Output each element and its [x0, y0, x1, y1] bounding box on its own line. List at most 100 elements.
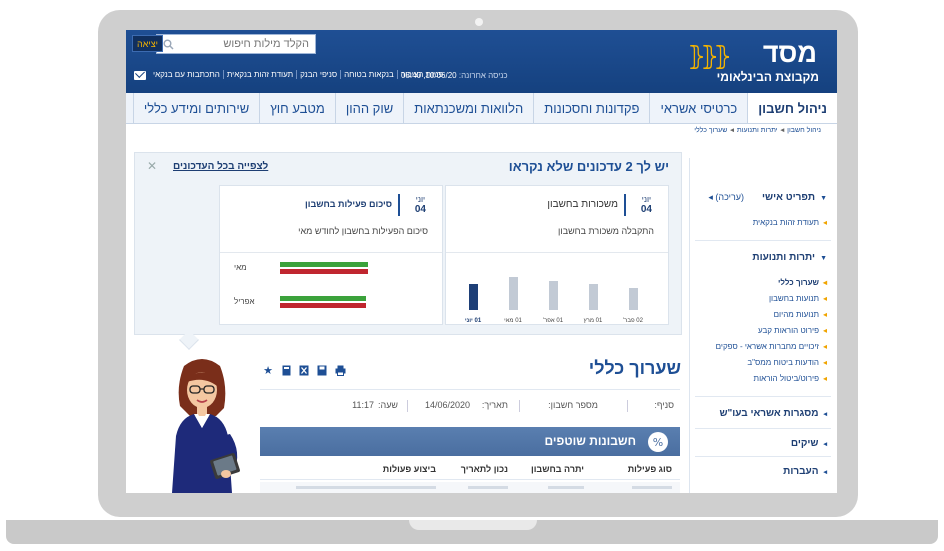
top-links: פניות הציבור בנקאות בטוחה סניפי הבנק תעו…	[150, 70, 446, 79]
laptop-camera	[475, 18, 483, 26]
sidebar-item-label: שערוך כללי	[777, 278, 819, 287]
laptop-mockup: ⦃⦃⦃ מסד מקבוצת הבינלאומי יציאה כניסה אחר…	[0, 0, 944, 551]
sidebar-item-banking-id[interactable]: ◂תעודת זהות בנקאית	[753, 218, 827, 227]
exit-button[interactable]: יציאה	[132, 35, 163, 52]
sidebar-section-credit[interactable]: ◂ מסגרות אשראי בעו"ש	[719, 408, 827, 419]
sidebar-section-balances[interactable]: ▼ יתרות ותנועות	[752, 252, 827, 263]
salary-bar	[629, 288, 638, 310]
sidebar-item-account-transactions[interactable]: ◂תנועות בחשבון	[769, 294, 827, 303]
activity-bar-expense	[280, 303, 366, 308]
bullet-icon: ◂	[822, 342, 827, 351]
sidebar-item-label: פירוט הוראות קבע	[757, 326, 819, 335]
sidebar-section-label: יתרות ותנועות	[752, 252, 816, 263]
breadcrumb-item[interactable]: ניהול חשבון	[787, 127, 821, 134]
update-card-salary[interactable]: יוני 04 משכורות בחשבון התקבלה משכורת בחש…	[445, 185, 669, 325]
edit-label: (עריכה)	[715, 192, 745, 202]
last-login-label: כניסה אחרונה:	[458, 71, 508, 80]
column-header: ביצוע פעולות	[382, 464, 436, 474]
save-icon[interactable]	[316, 364, 328, 376]
bullet-icon: ◂	[822, 374, 827, 383]
page-toolbar: ★	[262, 364, 346, 377]
sidebar-item-today-transactions[interactable]: ◂תנועות מהיום	[774, 310, 827, 319]
star-icon[interactable]: ★	[262, 364, 274, 377]
card-month: יוני	[641, 195, 652, 204]
current-accounts-header[interactable]: % חשבונות שוטפים	[260, 427, 680, 456]
tab-foreign-currency[interactable]: מטבע חוץ	[259, 93, 335, 123]
tab-loans-mortgages[interactable]: הלוואות ומשכנתאות	[403, 93, 533, 123]
bank-app-screen: ⦃⦃⦃ מסד מקבוצת הבינלאומי יציאה כניסה אחר…	[126, 30, 837, 493]
card-separator	[398, 194, 400, 216]
sidebar-item-insurance-notices[interactable]: ◂הודעות ביטוח ממס"ב	[747, 358, 827, 367]
update-card-activity[interactable]: יוני 04 סיכום פעילות בחשבון סיכום הפעילו…	[219, 185, 443, 325]
link-banker-correspondence[interactable]: התכתבות עם בנקאי	[150, 70, 223, 79]
sidebar-item-label: זיכויים מחברות אשראי - ספקים	[715, 342, 819, 351]
sidebar-section-personal[interactable]: ▼ תפריט אישי (עריכה) ◂	[708, 192, 827, 203]
column-header: יתרה בחשבון	[531, 464, 584, 474]
salary-bar	[549, 281, 558, 310]
tab-account-management[interactable]: ניהול חשבון	[747, 93, 837, 123]
link-banking-id[interactable]: תעודת זהות בנקאית	[222, 70, 296, 79]
sidebar-item-label: תעודת זהות בנקאית	[752, 218, 819, 227]
tab-credit-cards[interactable]: כרטיסי אשראי	[649, 93, 747, 123]
breadcrumb-sep-icon: ◂	[730, 127, 734, 134]
chevron-left-icon: ◂	[823, 411, 827, 418]
activity-bar-income	[280, 296, 366, 301]
salary-bar	[589, 284, 598, 310]
card-month: יוני	[415, 195, 426, 204]
title-divider	[260, 389, 680, 390]
chevron-down-icon: ▼	[820, 195, 827, 202]
card-text: סיכום הפעילות בחשבון לחודש מאי	[298, 226, 428, 236]
search-input[interactable]	[179, 38, 315, 50]
sidebar: ▼תפריט אישי(עריכה) ◂ ◂תעודת זהות בנקאית …	[689, 158, 837, 493]
edit-link[interactable]: (עריכה) ◂	[708, 192, 744, 202]
close-icon[interactable]: ✕	[147, 159, 157, 173]
print-icon[interactable]	[334, 364, 346, 376]
view-all-updates-link[interactable]: לצפייה בכל העדכונים	[173, 161, 268, 172]
mail-icon[interactable]	[134, 71, 146, 80]
sidebar-item-general-valuation[interactable]: ◂שערוך כללי	[778, 278, 827, 287]
tab-services-info[interactable]: שירותים ומידע כללי	[132, 93, 259, 123]
bank-logo[interactable]: ⦃⦃⦃ מסד מקבוצת הבינלאומי	[687, 36, 827, 88]
tab-deposits-savings[interactable]: פקדונות וחסכונות	[533, 93, 649, 123]
time-value: 11:17	[352, 400, 374, 410]
sidebar-item-credit-company-credits[interactable]: ◂זיכויים מחברות אשראי - ספקים	[716, 342, 827, 351]
calculator-icon[interactable]	[280, 364, 292, 376]
top-bar: ⦃⦃⦃ מסד מקבוצת הבינלאומי יציאה כניסה אחר…	[126, 30, 837, 93]
breadcrumb-sep-icon: ◂	[780, 127, 785, 134]
sidebar-section-label: מסגרות אשראי בעו"ש	[719, 408, 819, 419]
sidebar-item-label: הודעות ביטוח ממס"ב	[747, 358, 819, 367]
bullet-icon: ◂	[822, 310, 827, 319]
salary-bar-label: 02 פבר'	[623, 318, 643, 324]
cell-placeholder	[548, 486, 584, 489]
time-label: שעה:	[377, 400, 398, 410]
sidebar-section-transfers[interactable]: ◂ העברות	[783, 466, 827, 477]
breadcrumb-item[interactable]: יתרות ותנועות	[737, 127, 778, 134]
sidebar-section-checks[interactable]: ◂ שיקים	[791, 438, 827, 449]
updates-panel: יש לך 2 עדכונים שלא נקראו לצפייה בכל העד…	[134, 152, 682, 335]
salary-bar	[469, 284, 478, 310]
page-title: שערוך כללי	[588, 358, 681, 378]
accounts-table-header: סוג פעילות יתרה בחשבון נכון לתאריך ביצוע…	[260, 458, 680, 480]
chevron-left-icon: ◂	[823, 469, 827, 476]
bullet-icon: ◂	[822, 326, 827, 335]
percent-icon: %	[648, 432, 668, 452]
assistant-illustration	[172, 359, 240, 493]
activity-bar-label: מאי	[234, 263, 247, 272]
info-separator	[519, 400, 520, 412]
excel-icon[interactable]	[298, 364, 310, 376]
link-safe-banking[interactable]: בנקאות בטוחה	[340, 70, 397, 79]
sidebar-item-standing-orders[interactable]: ◂פירוט הוראות קבע	[758, 326, 827, 335]
bullet-icon: ◂	[822, 358, 827, 367]
sidebar-item-cancel-orders[interactable]: ◂פירוט/ביטול הוראות	[754, 374, 827, 383]
branch-label: סניף:	[654, 400, 674, 410]
salary-bar-label: 01 מרץ	[583, 318, 603, 324]
cell-placeholder	[632, 486, 672, 489]
link-branches[interactable]: סניפי הבנק	[296, 70, 340, 79]
main-nav: ניהול חשבון כרטיסי אשראי פקדונות וחסכונו…	[126, 93, 837, 124]
sidebar-section-label: שיקים	[790, 438, 819, 449]
sidebar-divider	[695, 456, 831, 457]
cell-placeholder	[296, 486, 436, 489]
tab-capital-market[interactable]: שוק ההון	[334, 93, 403, 123]
link-public-inquiries[interactable]: פניות הציבור	[396, 70, 446, 79]
table-row[interactable]	[260, 482, 680, 493]
